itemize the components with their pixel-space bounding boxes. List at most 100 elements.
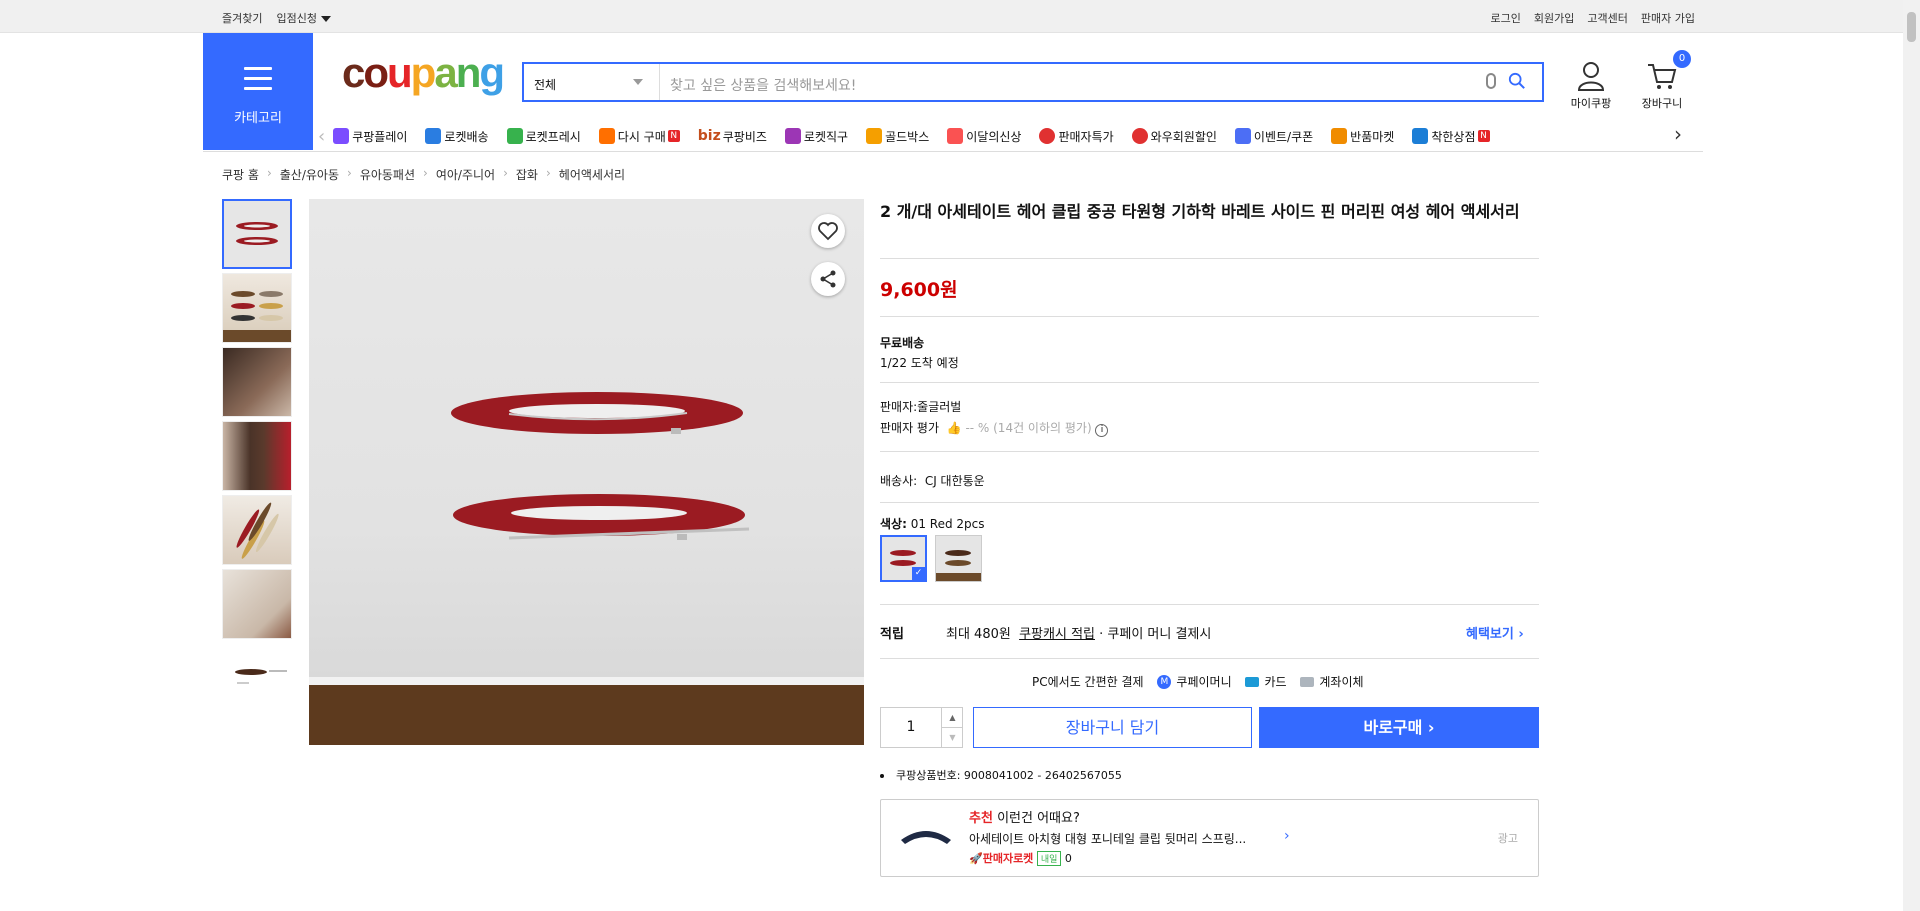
nav-next-icon[interactable]: › xyxy=(1674,122,1682,146)
biz-logo: biz xyxy=(697,128,721,144)
free-shipping-label: 무료배송 xyxy=(880,336,925,350)
nav-item-wow[interactable]: 와우회원할인 xyxy=(1131,128,1217,145)
product-thumbnail[interactable] xyxy=(222,643,292,713)
product-thumbnail[interactable] xyxy=(222,569,292,639)
seller-signup-link[interactable]: 판매자 가입 xyxy=(1641,10,1695,26)
nav-item-rebuy[interactable]: 다시 구매 N xyxy=(598,128,680,145)
wow-icon xyxy=(1131,128,1148,144)
nav-item-new[interactable]: 이달의신상 xyxy=(947,128,1021,145)
seller-rating: 판매자 평가 👍 -- % (14건 이하의 평가) i xyxy=(880,419,1109,437)
top-utility-bar: 즐겨찾기 입점신청 로그인 회원가입 고객센터 판매자 가입 xyxy=(0,0,1920,33)
product-thumbnail[interactable] xyxy=(222,347,292,417)
product-id: 쿠팡상품번호: 9008041002 - 26402567055 xyxy=(880,767,1122,783)
nav-item-global[interactable]: 로켓직구 xyxy=(784,128,848,145)
my-coupang-label: 마이쿠팡 xyxy=(1570,97,1612,110)
color-option-2[interactable] xyxy=(935,535,982,582)
chevron-right-icon[interactable]: › xyxy=(1284,828,1290,844)
breadcrumb-item[interactable]: 출산/유아동 xyxy=(280,166,339,183)
seller-apply-link[interactable]: 입점신청 xyxy=(276,10,331,26)
recommend-badges: 🚀판매자로켓 내일 0 xyxy=(969,850,1072,866)
recommended-product-title[interactable]: 아세테이트 아치형 대형 포니테일 클립 뒷머리 스프링... xyxy=(969,830,1246,847)
nav-item-rocket[interactable]: 로켓배송 xyxy=(425,128,489,145)
caret-down-icon xyxy=(320,16,331,22)
nav-item-coupangplay[interactable]: 쿠팡플레이 xyxy=(333,128,407,145)
breadcrumb-item[interactable]: 잡화 xyxy=(516,166,538,183)
cart-icon xyxy=(1648,64,1677,89)
basket-icon xyxy=(598,128,615,144)
login-link[interactable]: 로그인 xyxy=(1491,10,1521,26)
seller-name-link[interactable]: 줄글러벌 xyxy=(917,400,961,414)
nav-item-seller-deal[interactable]: 판매자특가 xyxy=(1039,128,1114,145)
category-menu-button[interactable]: 카테고리 xyxy=(203,33,313,150)
breadcrumb-item[interactable]: 여아/주니어 xyxy=(436,166,495,183)
breadcrumb-item[interactable]: 쿠팡 홈 xyxy=(222,166,259,183)
bank-icon xyxy=(1300,676,1315,687)
buy-now-button[interactable]: 바로구매 › xyxy=(1259,707,1539,748)
seller-info: 판매자:줄글러벌 xyxy=(880,400,962,414)
delivery-eta: 1/22 도착 예정 xyxy=(880,356,959,370)
recommendation-card[interactable]: 추천 이런건 어때요? 아세테이트 아치형 대형 포니테일 클립 뒷머리 스프링… xyxy=(880,799,1539,877)
color-option-label: 색상: 01 Red 2pcs xyxy=(880,517,985,531)
microphone-icon[interactable] xyxy=(1486,73,1496,89)
wishlist-heart-icon[interactable] xyxy=(811,214,845,248)
review-count: 0 xyxy=(1064,851,1072,865)
divider xyxy=(880,258,1539,259)
scrollbar[interactable] xyxy=(1903,0,1920,911)
product-thumbnail[interactable] xyxy=(222,199,292,269)
nav-item-good-store[interactable]: 착한상점 N xyxy=(1412,128,1490,145)
search-input[interactable]: 찾고 싶은 상품을 검색해보세요! xyxy=(670,75,856,95)
customer-center-link[interactable]: 고객센터 xyxy=(1587,10,1627,26)
new-badge: N xyxy=(1477,130,1490,142)
breadcrumb-item[interactable]: 헤어액세서리 xyxy=(559,166,625,183)
color-option-red[interactable]: ✓ xyxy=(880,535,927,582)
benefit-link[interactable]: 혜택보기 › xyxy=(1466,623,1524,642)
nav-prev-icon[interactable]: ‹ xyxy=(318,126,325,147)
cart-label: 장바구니 xyxy=(1641,97,1683,110)
info-icon[interactable]: i xyxy=(1095,424,1109,437)
carrier-info: 배송사: CJ 대한통운 xyxy=(880,474,985,488)
quantity-decrease-icon[interactable]: ▼ xyxy=(941,728,963,748)
hamburger-icon xyxy=(244,67,272,97)
bookmark-link[interactable]: 즐겨찾기 xyxy=(222,10,262,26)
product-thumbnail[interactable] xyxy=(222,421,292,491)
seller-rocket-badge: 🚀판매자로켓 xyxy=(969,852,1034,865)
divider xyxy=(880,451,1539,452)
shortcut-nav: ‹ 쿠팡플레이 로켓배송 로켓프레시 다시 구매 N biz 쿠팡비즈 로켓직구 골… xyxy=(318,122,1698,150)
product-price: 9,600원 xyxy=(880,279,958,301)
user-icon xyxy=(1577,62,1605,91)
coupon-icon xyxy=(1234,128,1251,144)
main-product-image xyxy=(309,199,864,745)
dropdown-arrow-icon xyxy=(633,79,643,85)
search-category-select[interactable]: 전체 xyxy=(524,64,660,100)
signup-link[interactable]: 회원가입 xyxy=(1534,10,1574,26)
divider xyxy=(880,316,1539,317)
recommended-product-image xyxy=(901,831,951,844)
product-thumbnail[interactable] xyxy=(222,495,292,565)
coupang-cash-link[interactable]: 쿠팡캐시 적립 xyxy=(1019,623,1095,642)
nav-item-biz[interactable]: biz 쿠팡비즈 xyxy=(698,128,767,145)
my-coupang-button[interactable]: 마이쿠팡 xyxy=(1566,60,1616,111)
quantity-increase-icon[interactable]: ▲ xyxy=(941,708,963,728)
add-to-cart-button[interactable]: 장바구니 담기 xyxy=(973,707,1252,748)
nav-item-rocketfresh[interactable]: 로켓프레시 xyxy=(506,128,581,145)
nav-item-event[interactable]: 이벤트/쿠폰 xyxy=(1234,128,1313,145)
new-icon xyxy=(947,128,964,144)
reward-info: 적립 최대 480원 쿠팡캐시 적립 · 쿠페이 머니 결제시 xyxy=(880,623,1211,642)
cart-button[interactable]: 0 장바구니 xyxy=(1636,50,1691,111)
pc-payment-info: PC에서도 간편한 결제 M 쿠페이머니 카드 계좌이체 xyxy=(1032,674,1364,689)
nav-item-return-market[interactable]: 반품마켓 xyxy=(1331,128,1394,145)
share-icon[interactable] xyxy=(811,262,845,296)
quantity-stepper: 1 ▲ ▼ xyxy=(880,707,963,748)
coupang-logo[interactable]: coupang xyxy=(342,52,505,94)
breadcrumb-item[interactable]: 유아동패션 xyxy=(360,166,415,183)
search-bar: 전체 찾고 싶은 상품을 검색해보세요! xyxy=(522,62,1544,102)
global-icon xyxy=(784,128,801,144)
quantity-input[interactable]: 1 xyxy=(881,719,941,735)
product-thumbnail[interactable] xyxy=(222,273,292,343)
card-icon xyxy=(1245,676,1260,687)
search-icon[interactable] xyxy=(1508,72,1526,90)
divider xyxy=(880,658,1539,659)
nav-item-goldbox[interactable]: 골드박스 xyxy=(866,128,929,145)
new-badge: N xyxy=(667,130,680,142)
recommend-heading: 추천 이런건 어때요? xyxy=(969,811,1080,826)
